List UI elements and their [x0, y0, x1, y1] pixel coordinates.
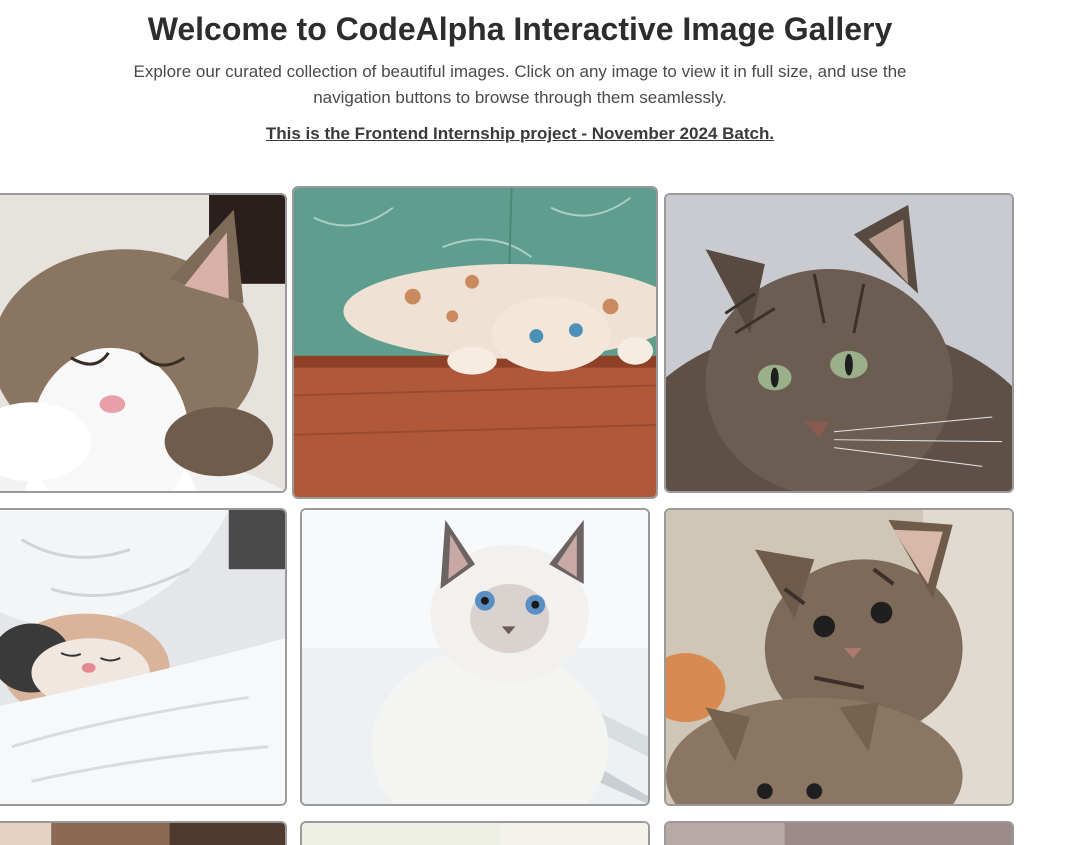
page-description: Explore our curated collection of beauti… — [133, 62, 907, 107]
gallery-page: Welcome to CodeAlpha Interactive Image G… — [0, 0, 1067, 845]
two-kittens-image — [666, 510, 1012, 804]
cat-under-duvet-image — [0, 510, 285, 804]
gallery-image-6[interactable] — [664, 508, 1014, 806]
gallery-image-9[interactable] — [664, 821, 1014, 845]
gallery-image-7[interactable] — [0, 821, 287, 845]
partial-image-7 — [0, 823, 285, 845]
upside-down-cat-image — [294, 188, 656, 497]
page-title: Welcome to CodeAlpha Interactive Image G… — [147, 11, 893, 47]
gallery-image-4[interactable] — [0, 508, 287, 806]
partial-image-8 — [302, 823, 648, 845]
gallery-image-3[interactable] — [664, 193, 1014, 493]
partial-image-9 — [666, 823, 1012, 845]
sleeping-cat-image — [0, 195, 285, 491]
gallery-image-5[interactable] — [300, 508, 650, 806]
gallery-image-2[interactable] — [292, 186, 658, 499]
gallery-image-8[interactable] — [300, 821, 650, 845]
batch-note: This is the Frontend Internship project … — [265, 124, 775, 143]
gallery-image-1[interactable] — [0, 193, 287, 493]
tabby-cat-portrait-image — [666, 195, 1012, 491]
white-kitten-image — [302, 510, 648, 804]
